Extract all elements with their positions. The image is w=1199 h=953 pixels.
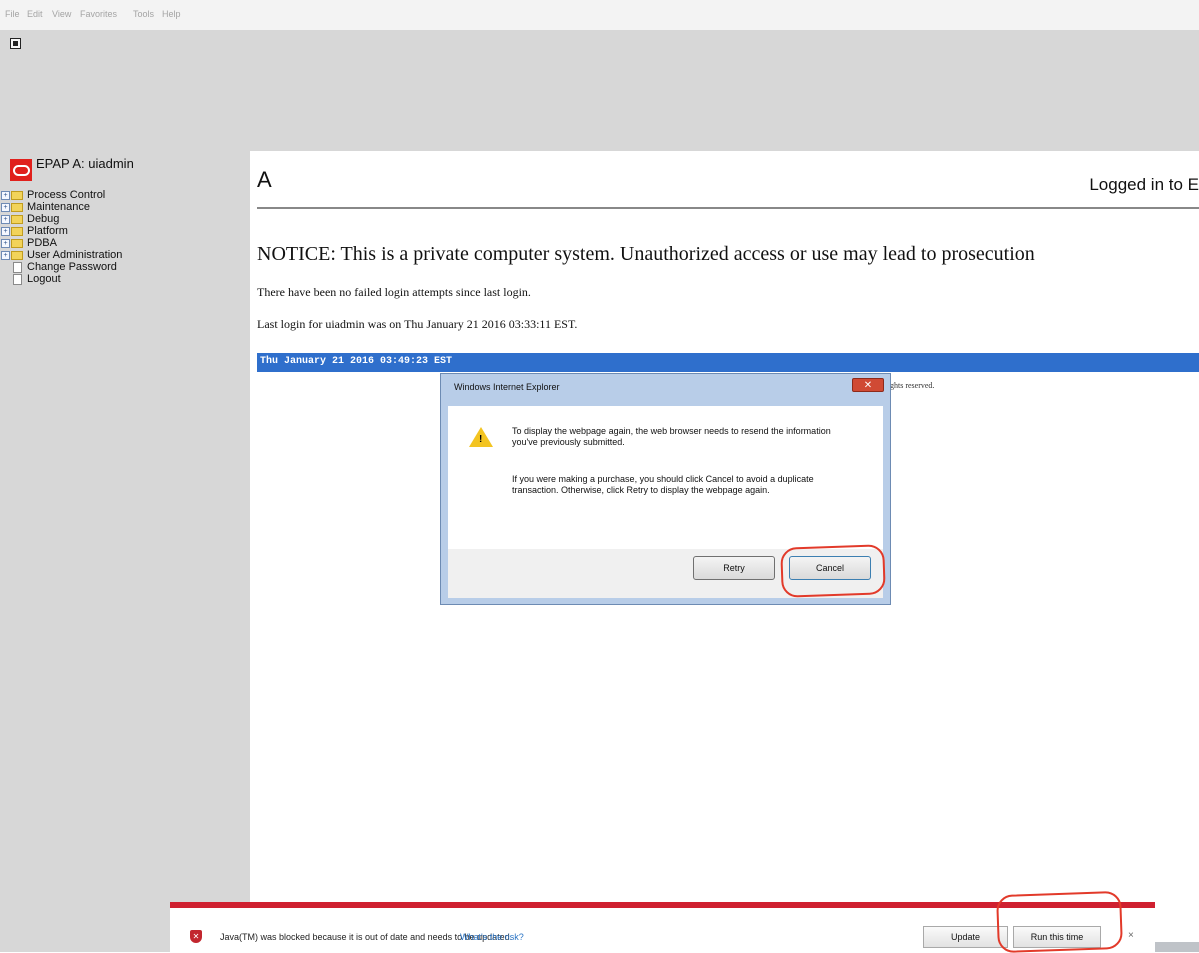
menu-tools[interactable]: Tools [133, 9, 154, 19]
dialog-body: ! To display the webpage again, the web … [448, 406, 883, 549]
dialog-message-1: To display the webpage again, the web br… [512, 426, 831, 447]
header-divider [257, 207, 1199, 209]
folder-icon [11, 191, 23, 200]
menu-favorites[interactable]: Favorites [80, 9, 117, 19]
shield-icon: ✕ [190, 930, 202, 943]
folder-icon [11, 251, 23, 260]
cancel-highlight-annotation [780, 544, 886, 598]
page-control-icon[interactable] [10, 38, 21, 49]
expand-icon[interactable]: + [1, 191, 10, 200]
retry-button[interactable]: Retry [693, 556, 775, 580]
expand-icon[interactable]: + [1, 203, 10, 212]
folder-icon [11, 227, 23, 236]
menu-bar: File Edit View Favorites Tools Help [0, 0, 1199, 31]
folder-icon [11, 239, 23, 248]
last-login-text: Last login for uiadmin was on Thu Januar… [257, 317, 578, 331]
expand-icon[interactable]: + [1, 215, 10, 224]
menu-edit[interactable]: Edit [27, 9, 43, 19]
oracle-logo-icon [10, 159, 32, 181]
copyright-fragment: ghts reserved. [890, 381, 935, 390]
menu-view[interactable]: View [52, 9, 71, 19]
top-banner [0, 30, 1199, 151]
menu-file[interactable]: File [5, 9, 20, 19]
date-bar-text: Thu January 21 2016 03:49:23 EST [260, 356, 453, 367]
page-brand: A [257, 167, 272, 192]
close-icon[interactable]: × [1128, 930, 1134, 941]
expand-icon[interactable]: + [1, 227, 10, 236]
warning-mark: ! [479, 434, 483, 445]
date-bar: Thu January 21 2016 03:49:23 EST [257, 353, 1199, 372]
failed-logins-text: There have been no failed login attempts… [257, 285, 531, 299]
folder-icon [11, 215, 23, 224]
whats-the-risk-link[interactable]: What's the risk? [460, 932, 524, 942]
update-button[interactable]: Update [923, 926, 1008, 948]
notice-text: NOTICE: This is a private computer syste… [257, 243, 1035, 265]
nav-title: EPAP A: uiadmin [36, 156, 134, 171]
expand-icon[interactable]: + [1, 251, 10, 260]
page-icon [13, 262, 22, 273]
expand-icon[interactable]: + [1, 239, 10, 248]
dialog-title: Windows Internet Explorer [454, 382, 560, 392]
folder-icon [11, 203, 23, 212]
dialog-message-2: If you were making a purchase, you shoul… [512, 474, 814, 495]
left-nav: EPAP A: uiadmin + Process Control + Mainte… [0, 151, 240, 952]
page-icon [13, 274, 22, 285]
menu-help[interactable]: Help [162, 9, 181, 19]
run-highlight-annotation [996, 890, 1123, 953]
frame-divider[interactable] [240, 151, 250, 952]
logged-in-text: Logged in to E [1089, 175, 1199, 194]
corner-shade [1155, 942, 1199, 952]
dialog-close-button[interactable]: ✕ [852, 378, 884, 392]
